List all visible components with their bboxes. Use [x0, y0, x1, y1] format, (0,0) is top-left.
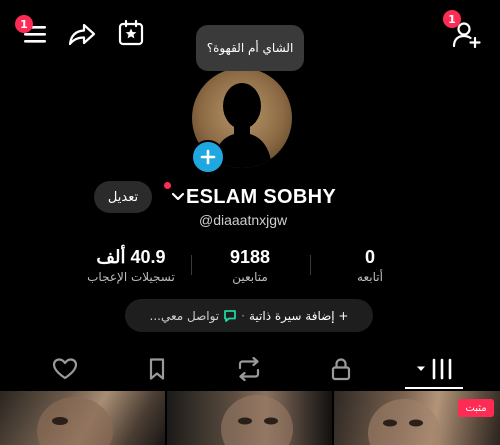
chat-bubble-icon	[224, 309, 237, 322]
video-thumbnail[interactable]	[0, 391, 165, 445]
edit-profile-button[interactable]: تعديل	[94, 181, 152, 213]
face-shape	[37, 397, 113, 445]
bio-pill[interactable]: + إضافة سيرة ذاتية · تواصل معي...	[125, 299, 373, 332]
content-tabs	[0, 350, 500, 390]
active-tab-indicator	[405, 387, 463, 389]
calendar-star-icon	[118, 19, 144, 46]
followers-label: متابعين	[232, 270, 268, 284]
following-count: 0	[364, 247, 375, 267]
bio-separator: ·	[241, 308, 245, 323]
share-arrow-icon	[68, 23, 96, 46]
add-friend-notification-badge: 1	[443, 10, 461, 28]
status-bubble[interactable]: الشاي أم القهوة؟	[196, 25, 304, 71]
notification-dot	[164, 182, 171, 189]
likes-label: تسجيلات الإعجاب	[87, 270, 175, 284]
share-button[interactable]	[66, 20, 98, 48]
stat-divider	[310, 255, 311, 275]
followers-stat[interactable]: 9188 متابعين	[214, 247, 286, 284]
menu-notification-badge: 1	[15, 15, 33, 33]
following-label: أتابعه	[357, 270, 383, 284]
add-story-button[interactable]	[191, 140, 225, 174]
plus-icon	[200, 149, 216, 165]
tab-saved[interactable]	[142, 356, 172, 382]
profile-handle: @diaaatnxjgw	[199, 212, 288, 228]
lock-icon	[331, 358, 351, 381]
tab-liked[interactable]	[50, 356, 80, 382]
repost-icon	[238, 357, 260, 381]
tab-private[interactable]	[326, 356, 356, 382]
following-stat[interactable]: 0 أتابعه	[345, 247, 395, 284]
profile-name[interactable]: ESLAM SOBHY	[186, 186, 336, 209]
grid-lines-icon	[432, 358, 452, 380]
calendar-button[interactable]	[116, 18, 146, 48]
followers-count: 9188	[229, 247, 271, 267]
heart-icon	[52, 358, 78, 380]
chevron-down-icon[interactable]	[171, 192, 185, 202]
tab-reposts[interactable]	[234, 356, 264, 382]
video-thumbnail[interactable]	[167, 391, 332, 445]
pinned-badge: مثبت	[458, 399, 494, 417]
likes-count: 40.9 ألف	[96, 247, 166, 267]
face-shape	[221, 395, 293, 445]
likes-stat[interactable]: 40.9 ألف تسجيلات الإعجاب	[80, 247, 182, 284]
contact-me-label[interactable]: تواصل معي...	[150, 309, 220, 323]
stat-divider	[191, 255, 192, 275]
chevron-down-icon	[417, 366, 425, 371]
add-bio-label[interactable]: + إضافة سيرة ذاتية	[249, 309, 349, 323]
bookmark-icon	[149, 358, 165, 380]
tab-videos[interactable]	[414, 356, 456, 382]
